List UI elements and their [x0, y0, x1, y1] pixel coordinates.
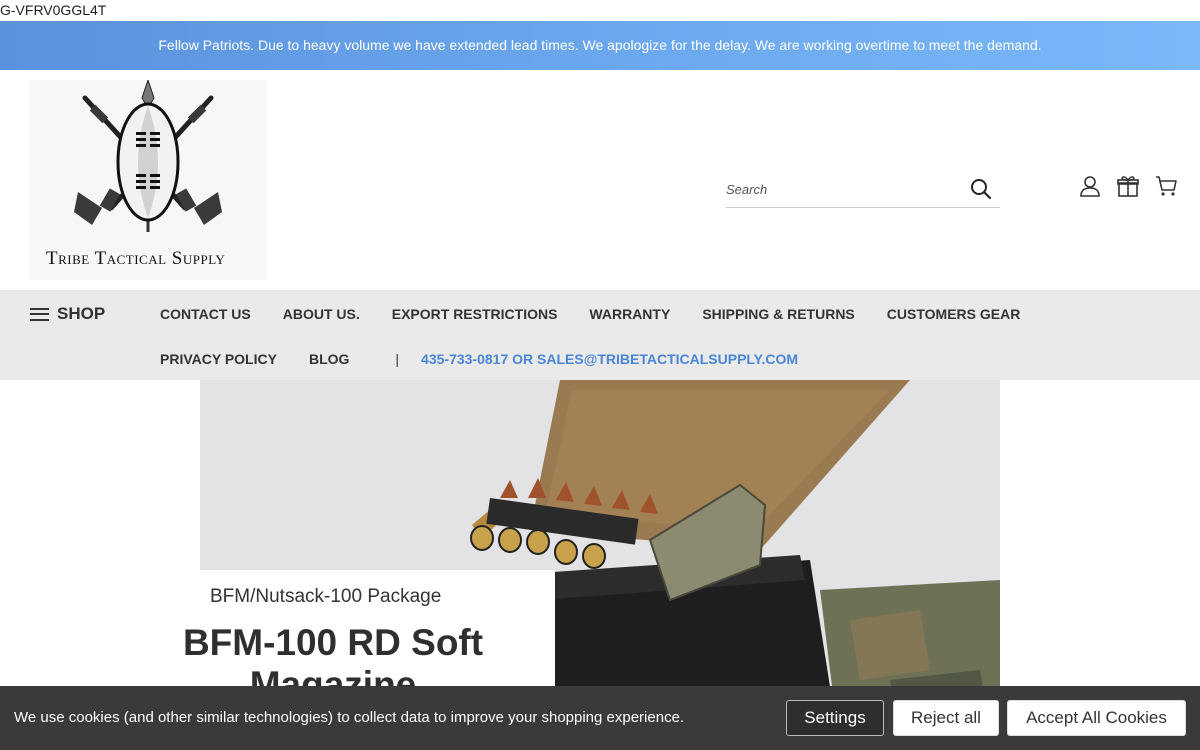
nav-row-secondary: PRIVACY POLICY BLOG | 435-733-0817 OR SA… — [160, 351, 798, 367]
nav-link-shipping-returns[interactable]: SHIPPING & RETURNS — [702, 306, 854, 322]
search-icon[interactable] — [970, 178, 992, 200]
cookie-accept-button[interactable]: Accept All Cookies — [1007, 700, 1186, 736]
shop-menu-button[interactable]: SHOP — [30, 304, 105, 324]
cart-icon[interactable] — [1154, 174, 1178, 198]
shield-crossed-rifles-logo-icon — [30, 80, 266, 245]
shop-label: SHOP — [57, 304, 106, 323]
nav-link-contact-us[interactable]: CONTACT US — [160, 306, 251, 322]
hamburger-icon — [30, 307, 49, 321]
main-navigation: SHOP CONTACT US ABOUT US. EXPORT RESTRIC… — [0, 290, 1200, 380]
search-input[interactable] — [726, 170, 956, 208]
logo-wordmark: Tribe Tactical Supply — [46, 248, 226, 269]
nav-link-blog[interactable]: BLOG — [309, 351, 349, 367]
site-logo[interactable]: Tribe Tactical Supply — [30, 80, 266, 280]
nav-contact-link[interactable]: 435-733-0817 OR SALES@TRIBETACTICALSUPPL… — [421, 351, 798, 367]
site-header: Tribe Tactical Supply — [0, 70, 1200, 290]
header-icons — [1078, 174, 1178, 198]
gift-icon[interactable] — [1116, 174, 1140, 198]
search-bar — [726, 170, 1000, 208]
nav-row-primary: CONTACT US ABOUT US. EXPORT RESTRICTIONS… — [160, 306, 1020, 322]
cookie-consent-text: We use cookies (and other similar techno… — [14, 709, 685, 726]
cookie-consent-banner: We use cookies (and other similar techno… — [0, 686, 1200, 750]
cookie-reject-button[interactable]: Reject all — [893, 700, 999, 736]
nav-link-about-us[interactable]: ABOUT US. — [283, 306, 360, 322]
tracking-id-text: G-VFRV0GGL4T — [0, 0, 1200, 21]
nav-link-warranty[interactable]: WARRANTY — [589, 306, 670, 322]
account-icon[interactable] — [1078, 174, 1102, 198]
nav-link-export-restrictions[interactable]: EXPORT RESTRICTIONS — [392, 306, 558, 322]
announcement-banner: Fellow Patriots. Due to heavy volume we … — [0, 21, 1200, 70]
hero-subtitle: BFM/Nutsack-100 Package — [210, 586, 442, 607]
nav-link-privacy-policy[interactable]: PRIVACY POLICY — [160, 351, 277, 367]
cookie-settings-button[interactable]: Settings — [786, 700, 884, 736]
nav-link-customers-gear[interactable]: CUSTOMERS GEAR — [887, 306, 1021, 322]
page: G-VFRV0GGL4T Fellow Patriots. Due to hea… — [0, 0, 1200, 750]
nav-separator: | — [395, 351, 400, 367]
